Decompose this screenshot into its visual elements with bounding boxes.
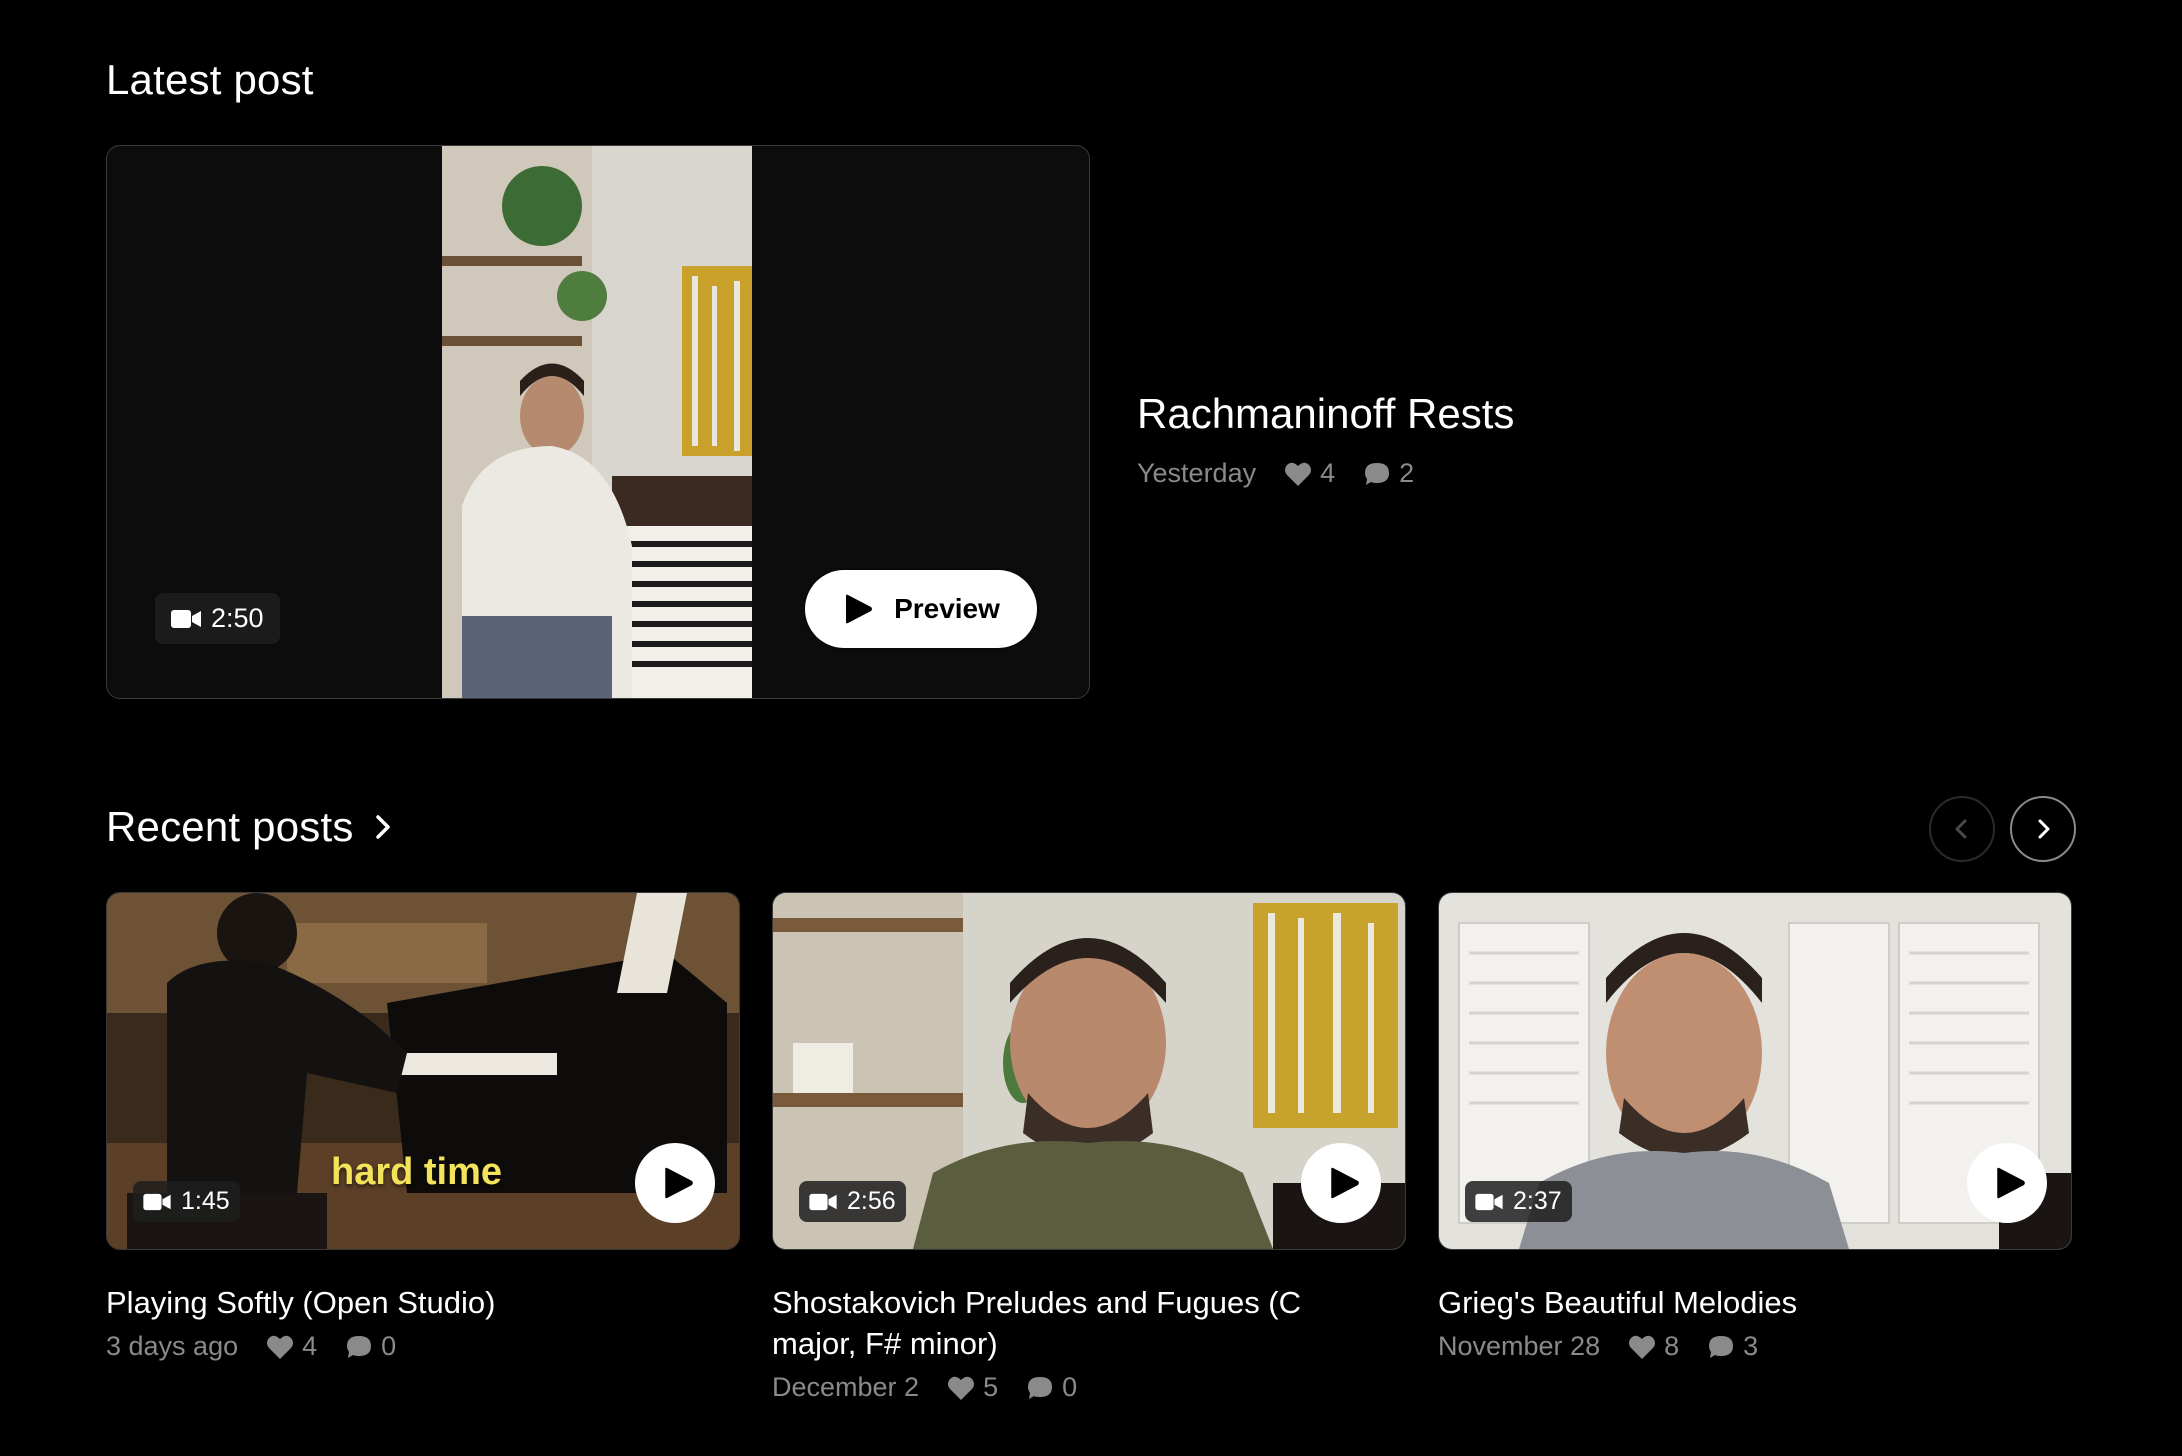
recent-post-likes[interactable]: 5 (947, 1372, 998, 1403)
recent-post-comment-count: 0 (1062, 1372, 1078, 1402)
recent-post-comment-count: 3 (1743, 1331, 1759, 1361)
video-camera-icon (143, 1193, 171, 1210)
latest-post-duration: 2:50 (211, 603, 264, 633)
recent-post-meta: November 28 8 3 (1438, 1331, 2038, 1362)
latest-post-likes[interactable]: 4 (1284, 458, 1335, 489)
video-camera-icon (171, 609, 201, 628)
latest-post-comments[interactable]: 2 (1363, 458, 1414, 489)
video-camera-icon (1475, 1193, 1503, 1210)
preview-button[interactable]: Preview (805, 570, 1037, 648)
play-icon (1330, 1167, 1359, 1199)
recent-post-duration: 2:56 (847, 1187, 896, 1215)
latest-post-duration-badge: 2:50 (155, 593, 280, 644)
recent-post-card[interactable]: 2:56 (772, 892, 1406, 1250)
recent-post-title[interactable]: Playing Softly (Open Studio) (106, 1282, 706, 1323)
play-icon (1996, 1167, 2025, 1199)
latest-post-card[interactable]: 2:50 Preview (106, 145, 1090, 699)
recent-posts-heading[interactable]: Recent posts (106, 803, 398, 851)
recent-post-title[interactable]: Grieg's Beautiful Melodies (1438, 1282, 2038, 1323)
recent-post-comments[interactable]: 0 (345, 1331, 396, 1362)
recent-post-comments[interactable]: 0 (1026, 1372, 1077, 1403)
video-caption-overlay: hard time (331, 1151, 503, 1193)
latest-post-date: Yesterday (1137, 458, 1257, 488)
recent-post-duration-badge: 2:37 (1465, 1181, 1572, 1222)
play-button[interactable] (635, 1143, 715, 1223)
latest-post-video-image (442, 146, 752, 698)
recent-post-caption: Playing Softly (Open Studio) 3 days ago … (106, 1282, 706, 1362)
latest-post-info: Rachmaninoff Rests Yesterday 4 2 (1137, 390, 1514, 489)
preview-button-label: Preview (894, 593, 1000, 624)
latest-post-meta: Yesterday 4 2 (1137, 458, 1514, 489)
comment-bubble-icon (1709, 1335, 1734, 1358)
latest-post-comment-count: 2 (1399, 458, 1415, 488)
latest-post-like-count: 4 (1320, 458, 1336, 488)
chevron-right-icon (2038, 819, 2050, 839)
comment-bubble-icon (347, 1335, 372, 1358)
recent-post-date: 3 days ago (106, 1331, 239, 1361)
comment-bubble-icon (1028, 1376, 1053, 1399)
recent-posts-heading-label: Recent posts (106, 803, 354, 850)
recent-post-duration: 2:37 (1513, 1187, 1562, 1215)
play-icon (846, 594, 873, 624)
recent-post-card[interactable]: hard time 1:45 (106, 892, 740, 1250)
latest-post-title[interactable]: Rachmaninoff Rests (1137, 390, 1514, 438)
heart-icon (948, 1376, 975, 1400)
play-button[interactable] (1967, 1143, 2047, 1223)
recent-post-likes[interactable]: 8 (1628, 1331, 1679, 1362)
recent-post-caption: Shostakovich Preludes and Fugues (C majo… (772, 1282, 1372, 1403)
heart-icon (1629, 1335, 1656, 1359)
comment-bubble-icon (1365, 462, 1390, 485)
recent-post-meta: December 2 5 0 (772, 1372, 1372, 1403)
heart-icon (267, 1335, 294, 1359)
recent-post-duration-badge: 1:45 (133, 1181, 240, 1222)
recent-post-meta: 3 days ago 4 0 (106, 1331, 706, 1362)
recent-post-like-count: 5 (983, 1372, 999, 1402)
recent-post-duration-badge: 2:56 (799, 1181, 906, 1222)
play-button[interactable] (1301, 1143, 1381, 1223)
heart-icon (1285, 462, 1312, 486)
latest-post-heading: Latest post (106, 56, 314, 103)
recent-post-like-count: 8 (1664, 1331, 1680, 1361)
recent-post-caption: Grieg's Beautiful Melodies November 28 8… (1438, 1282, 2038, 1362)
recent-post-comments[interactable]: 3 (1707, 1331, 1758, 1362)
recent-post-likes[interactable]: 4 (266, 1331, 317, 1362)
recent-post-comment-count: 0 (381, 1331, 397, 1361)
recent-post-title[interactable]: Shostakovich Preludes and Fugues (C majo… (772, 1282, 1372, 1364)
carousel-next-button[interactable] (2010, 796, 2076, 862)
video-camera-icon (809, 1193, 837, 1210)
recent-post-duration: 1:45 (181, 1187, 230, 1215)
page: Latest post 2:50 Preview Rachmaninoff Re… (0, 0, 2182, 1456)
recent-post-date: December 2 (772, 1372, 920, 1402)
recent-post-card[interactable]: 2:37 (1438, 892, 2072, 1250)
recent-post-date: November 28 (1438, 1331, 1601, 1361)
play-icon (664, 1167, 693, 1199)
carousel-previous-button[interactable] (1929, 796, 1995, 862)
chevron-right-icon (375, 815, 390, 839)
chevron-left-icon (1955, 819, 1967, 839)
latest-post-thumbnail[interactable] (442, 146, 752, 698)
recent-post-like-count: 4 (302, 1331, 318, 1361)
